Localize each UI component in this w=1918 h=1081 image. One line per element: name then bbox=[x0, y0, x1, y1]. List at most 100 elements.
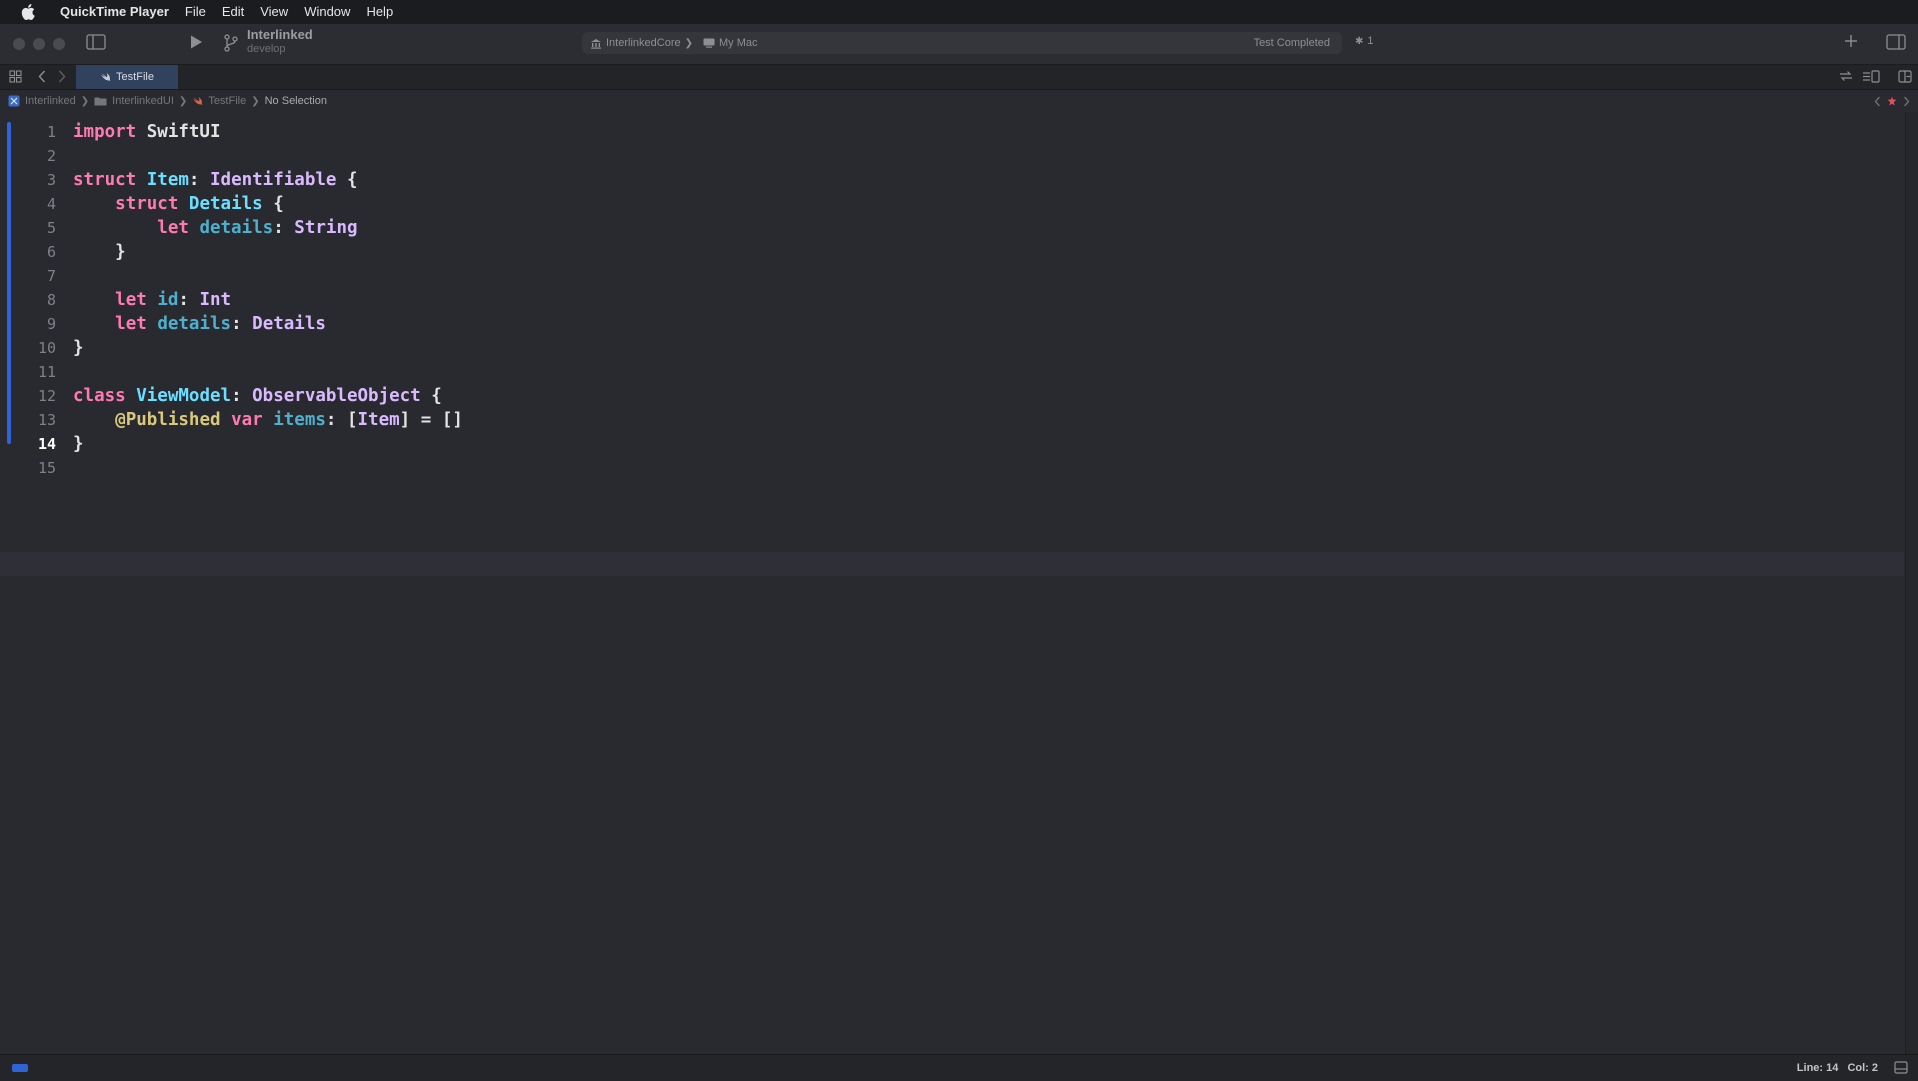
line-number[interactable]: 6 bbox=[12, 240, 56, 264]
code-token: Details bbox=[188, 194, 263, 214]
line-number[interactable]: 7 bbox=[12, 264, 56, 288]
editor-scrollbar[interactable] bbox=[1905, 112, 1918, 1054]
line-number[interactable]: 11 bbox=[12, 360, 56, 384]
current-line-highlight bbox=[0, 552, 1904, 576]
refresh-arrows-icon[interactable] bbox=[1839, 70, 1853, 82]
code-line[interactable]: } bbox=[73, 432, 1904, 456]
code-token: Item bbox=[357, 410, 400, 430]
inspector-toggle-icon[interactable] bbox=[1886, 34, 1906, 50]
run-destination[interactable]: InterlinkedCore ❯ My Mac bbox=[590, 37, 757, 49]
chevron-right-icon: ❯ bbox=[251, 95, 260, 107]
code-line[interactable]: let id: Int bbox=[73, 288, 1904, 312]
play-icon[interactable] bbox=[188, 34, 204, 50]
window-toolbar: Interlinked develop InterlinkedCore ❯ My… bbox=[0, 24, 1918, 65]
line-number[interactable]: 8 bbox=[12, 288, 56, 312]
code-line[interactable] bbox=[73, 360, 1904, 384]
jumpbar-right-controls bbox=[1874, 96, 1910, 107]
jumpbar-project[interactable]: Interlinked bbox=[8, 95, 76, 107]
line-number[interactable]: 4 bbox=[12, 192, 56, 216]
line-number[interactable]: 10 bbox=[12, 336, 56, 360]
code-token: ] = [] bbox=[399, 410, 463, 430]
editor-options-icon[interactable] bbox=[1862, 70, 1880, 83]
code-token: var bbox=[231, 410, 263, 430]
code-token: ObservableObject bbox=[252, 386, 421, 406]
source-editor[interactable]: 1 2 3 4 5 6 7 8 9 10 11 12 13 14 15 import SwiftUI stru… bbox=[0, 112, 1918, 1054]
line-number[interactable]: 14 bbox=[12, 432, 56, 456]
menu-app-name[interactable]: QuickTime Player bbox=[46, 0, 177, 24]
code-token: items bbox=[273, 410, 326, 430]
sidebar-toggle-icon[interactable] bbox=[86, 34, 106, 50]
code-token: let bbox=[115, 290, 147, 310]
zoom-window-button[interactable] bbox=[53, 38, 65, 50]
code-token: import bbox=[73, 122, 137, 142]
menu-file[interactable]: File bbox=[177, 0, 214, 24]
cursor-position: Line: 14 Col: 2 bbox=[1797, 1062, 1878, 1074]
line-number[interactable]: 13 bbox=[12, 408, 56, 432]
jumpbar-selection[interactable]: No Selection bbox=[265, 95, 327, 107]
code-line[interactable]: struct Item: Identifiable { bbox=[73, 168, 1904, 192]
issue-badge-icon[interactable] bbox=[1887, 96, 1897, 106]
code-token: { bbox=[420, 386, 442, 406]
code-line[interactable]: import SwiftUI bbox=[73, 120, 1904, 144]
plus-icon[interactable] bbox=[1844, 34, 1858, 48]
line-number[interactable]: 9 bbox=[12, 312, 56, 336]
code-line[interactable]: } bbox=[73, 240, 1904, 264]
code-token: String bbox=[294, 218, 358, 238]
code-token: } bbox=[73, 242, 126, 262]
debug-area-indicator[interactable] bbox=[12, 1064, 28, 1072]
add-editor-icon[interactable] bbox=[1898, 70, 1912, 83]
source-branch-icon bbox=[223, 34, 239, 52]
line-number[interactable]: 15 bbox=[12, 456, 56, 480]
code-line[interactable] bbox=[73, 456, 1904, 480]
chevron-right-icon[interactable] bbox=[1903, 96, 1910, 107]
code-line[interactable]: let details: String bbox=[73, 216, 1904, 240]
code-line[interactable] bbox=[73, 144, 1904, 168]
tab-label: TestFile bbox=[116, 71, 154, 83]
scheme-selector[interactable]: Interlinked develop bbox=[247, 28, 313, 56]
grid-icon[interactable] bbox=[9, 70, 22, 83]
line-number[interactable]: 5 bbox=[12, 216, 56, 240]
editor-tab-bar: TestFile bbox=[0, 65, 1918, 90]
code-line[interactable]: } bbox=[73, 336, 1904, 360]
line-number[interactable]: 12 bbox=[12, 384, 56, 408]
line-number[interactable]: 3 bbox=[12, 168, 56, 192]
jumpbar-group[interactable]: InterlinkedUI bbox=[94, 95, 174, 107]
activity-viewer[interactable]: InterlinkedCore ❯ My Mac Test Completed bbox=[582, 32, 1342, 54]
activity-destination: My Mac bbox=[718, 37, 758, 49]
code-token: Int bbox=[199, 290, 232, 310]
line-number[interactable]: 1 bbox=[12, 120, 56, 144]
code-line[interactable]: class ViewModel: ObservableObject { bbox=[73, 384, 1904, 408]
menu-edit[interactable]: Edit bbox=[214, 0, 252, 24]
hide-debug-area-icon[interactable] bbox=[1894, 1061, 1908, 1074]
apple-logo-icon[interactable] bbox=[20, 4, 36, 20]
code-token: { bbox=[262, 194, 284, 214]
menu-view[interactable]: View bbox=[252, 0, 296, 24]
code-line[interactable]: let details: Details bbox=[73, 312, 1904, 336]
code-line[interactable]: struct Details { bbox=[73, 192, 1904, 216]
line-number-gutter[interactable]: 1 2 3 4 5 6 7 8 9 10 11 12 13 14 15 bbox=[12, 120, 56, 480]
jumpbar-file[interactable]: TestFile bbox=[192, 95, 246, 107]
close-window-button[interactable] bbox=[13, 38, 25, 50]
gear-badge-icon: ✱ bbox=[1355, 35, 1364, 47]
code-line[interactable] bbox=[73, 264, 1904, 288]
issue-counter[interactable]: ✱ 1 bbox=[1355, 35, 1374, 47]
menu-window[interactable]: Window bbox=[296, 0, 358, 24]
chevron-right-icon[interactable] bbox=[58, 70, 66, 83]
code-token: details bbox=[157, 314, 232, 334]
line-number[interactable]: 2 bbox=[12, 144, 56, 168]
code-token: : bbox=[231, 314, 253, 334]
code-line[interactable]: @Published var items: [Item] = [] bbox=[73, 408, 1904, 432]
code-token: } bbox=[73, 434, 84, 454]
menu-help[interactable]: Help bbox=[358, 0, 401, 24]
chevron-left-icon[interactable] bbox=[1874, 96, 1881, 107]
source-change-bar[interactable] bbox=[7, 122, 11, 444]
code-token: : bbox=[178, 290, 200, 310]
minimize-window-button[interactable] bbox=[33, 38, 45, 50]
tab-testfile[interactable]: TestFile bbox=[76, 65, 178, 89]
code-text[interactable]: import SwiftUI struct Item: Identifiable … bbox=[73, 120, 1904, 480]
xcode-project-icon bbox=[8, 95, 20, 107]
chevron-left-icon[interactable] bbox=[38, 70, 46, 83]
